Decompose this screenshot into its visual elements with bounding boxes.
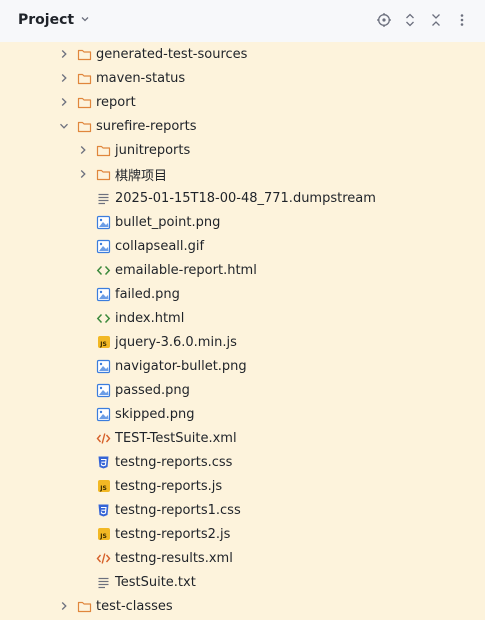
image-file-icon — [96, 215, 111, 230]
header-actions — [367, 11, 471, 29]
tree-item-label: report — [96, 94, 136, 110]
tree-file-row[interactable]: bullet_point.png — [96, 210, 220, 234]
js-file-icon: JS — [96, 479, 111, 494]
xml-file-icon — [96, 431, 111, 446]
tree-item-label: surefire-reports — [96, 118, 197, 134]
tree-item-label: emailable-report.html — [115, 262, 257, 278]
project-panel: Project generated-test-sources maven-sta… — [0, 0, 485, 620]
project-view-selector[interactable]: Project — [18, 11, 90, 28]
html-file-icon — [96, 263, 111, 278]
folder-icon — [96, 143, 111, 158]
panel-title: Project — [18, 11, 75, 28]
xml-file-icon — [96, 551, 111, 566]
image-file-icon — [96, 407, 111, 422]
tree-item-label: testng-reports.js — [115, 478, 223, 494]
folder-icon — [77, 95, 92, 110]
folder-icon — [96, 167, 111, 182]
tree-file-row[interactable]: JS testng-reports2.js — [96, 522, 230, 546]
tree-file-row[interactable]: emailable-report.html — [96, 258, 257, 282]
folder-icon — [77, 599, 92, 614]
tree-item-label: jquery-3.6.0.min.js — [115, 334, 237, 350]
locate-icon[interactable] — [375, 11, 393, 29]
tree-folder-row[interactable]: surefire-reports — [58, 114, 196, 138]
tree-folder-row[interactable]: 棋牌项目 — [77, 162, 167, 186]
tree-folder-row[interactable]: report — [58, 90, 136, 114]
image-file-icon — [96, 239, 111, 254]
panel-header: Project — [0, 0, 485, 42]
js-file-icon: JS — [96, 335, 111, 350]
tree-item-label: skipped.png — [115, 406, 195, 422]
image-file-icon — [96, 383, 111, 398]
tree-file-row[interactable]: testng-reports1.css — [96, 498, 241, 522]
tree-item-label: navigator-bullet.png — [115, 358, 247, 374]
css-file-icon — [96, 455, 111, 470]
tree-file-row[interactable]: testng-reports.css — [96, 450, 232, 474]
text-file-icon — [96, 191, 111, 206]
tree-file-row[interactable]: skipped.png — [96, 402, 195, 426]
tree-file-row[interactable]: navigator-bullet.png — [96, 354, 247, 378]
tree-item-label: 棋牌项目 — [115, 168, 168, 184]
tree-folder-row[interactable]: maven-status — [58, 66, 185, 90]
tree-item-label: passed.png — [115, 382, 190, 398]
tree-item-label: collapseall.gif — [115, 238, 205, 254]
html-file-icon — [96, 311, 111, 326]
tree-item-label: 2025-01-15T18-00-48_771.dumpstream — [115, 190, 376, 206]
tree-item-label: index.html — [115, 310, 185, 326]
chevron-down-icon[interactable] — [58, 120, 70, 132]
chevron-right-icon[interactable] — [58, 600, 70, 612]
tree-item-label: TestSuite.txt — [115, 574, 196, 590]
expand-icon[interactable] — [401, 11, 419, 29]
folder-icon — [77, 47, 92, 62]
project-tree: generated-test-sources maven-status report… — [0, 42, 485, 620]
tree-item-label: generated-test-sources — [96, 46, 248, 62]
tree-item-label: TEST-TestSuite.xml — [115, 430, 237, 446]
tree-folder-row[interactable]: generated-test-sources — [58, 42, 247, 66]
tree-item-label: test-classes — [96, 598, 173, 614]
tree-item-label: testng-reports.css — [115, 454, 233, 470]
tree-item-label: testng-reports1.css — [115, 502, 241, 518]
chevron-right-icon[interactable] — [58, 48, 70, 60]
tree-folder-row[interactable]: junitreports — [77, 138, 190, 162]
more-icon[interactable] — [453, 11, 471, 29]
tree-item-label: bullet_point.png — [115, 214, 221, 230]
tree-file-row[interactable]: 2025-01-15T18-00-48_771.dumpstream — [96, 186, 376, 210]
chevron-right-icon[interactable] — [58, 96, 70, 108]
tree-file-row[interactable]: passed.png — [96, 378, 190, 402]
tree-file-row[interactable]: failed.png — [96, 282, 180, 306]
tree-item-label: failed.png — [115, 286, 180, 302]
folder-icon — [77, 119, 92, 134]
tree-file-row[interactable]: TestSuite.txt — [96, 570, 196, 594]
tree-item-label: testng-results.xml — [115, 550, 233, 566]
tree-file-row[interactable]: TEST-TestSuite.xml — [96, 426, 237, 450]
chevron-down-icon — [80, 12, 90, 28]
collapse-icon[interactable] — [427, 11, 445, 29]
tree-file-row[interactable]: JS testng-reports.js — [96, 474, 222, 498]
css-file-icon — [96, 503, 111, 518]
js-file-icon: JS — [96, 527, 111, 542]
tree-file-row[interactable]: testng-results.xml — [96, 546, 233, 570]
tree-item-label: junitreports — [115, 142, 191, 158]
tree-file-row[interactable]: collapseall.gif — [96, 234, 204, 258]
tree-folder-row[interactable]: test-classes — [58, 594, 173, 618]
chevron-right-icon[interactable] — [58, 72, 70, 84]
chevron-right-icon[interactable] — [77, 168, 89, 180]
tree-item-label: maven-status — [96, 70, 186, 86]
folder-icon — [77, 71, 92, 86]
image-file-icon — [96, 359, 111, 374]
image-file-icon — [96, 287, 111, 302]
chevron-right-icon[interactable] — [77, 144, 89, 156]
tree-file-row[interactable]: JS jquery-3.6.0.min.js — [96, 330, 237, 354]
text-file-icon — [96, 575, 111, 590]
tree-item-label: testng-reports2.js — [115, 526, 231, 542]
tree-file-row[interactable]: index.html — [96, 306, 184, 330]
